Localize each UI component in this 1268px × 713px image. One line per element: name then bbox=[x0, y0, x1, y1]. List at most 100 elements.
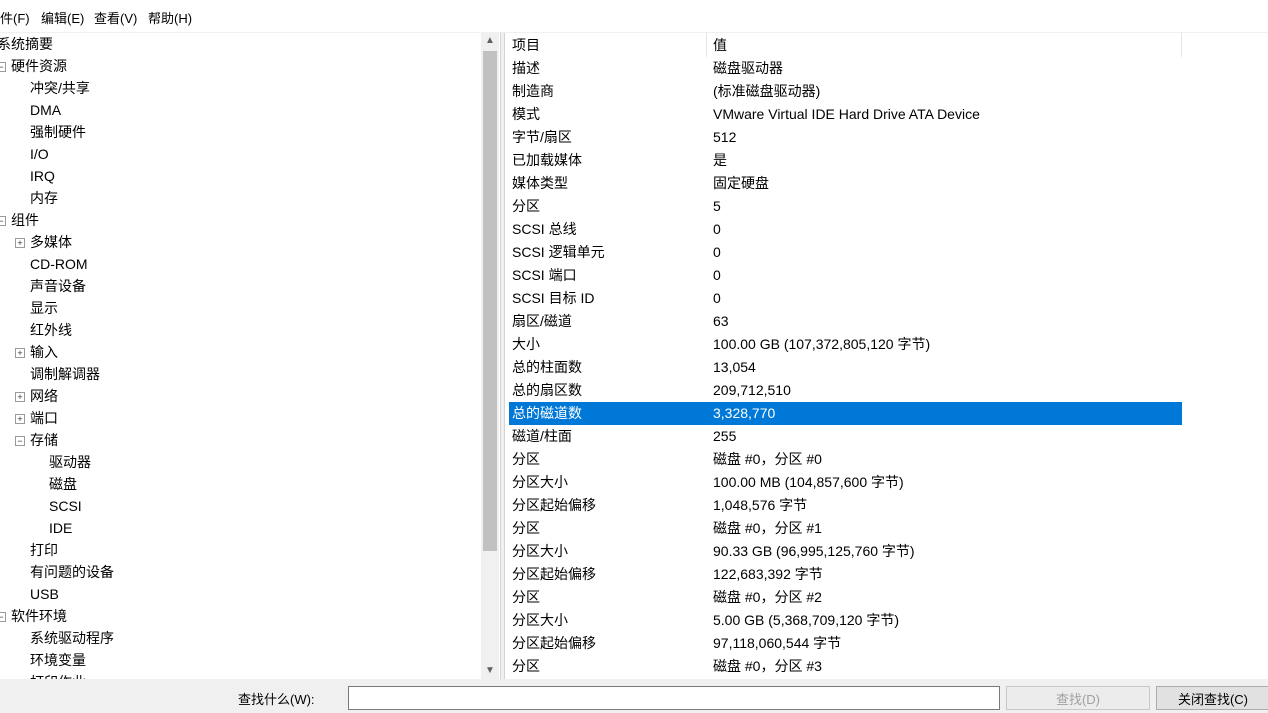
column-header-item[interactable]: 项目 bbox=[512, 33, 540, 57]
menu-help[interactable]: 帮助(H) bbox=[148, 8, 192, 27]
tree-scrollbar[interactable]: ▲ ▼ bbox=[481, 33, 499, 679]
tree-item[interactable]: 硬件资源 bbox=[11, 55, 67, 77]
table-row[interactable]: 已加载媒体 是 bbox=[509, 149, 1182, 172]
table-row[interactable]: SCSI 端口 0 bbox=[509, 264, 1182, 287]
tree-item[interactable]: USB bbox=[30, 583, 59, 605]
expand-icon[interactable]: + bbox=[15, 414, 25, 424]
find-label: 查找什么(W): bbox=[238, 692, 315, 707]
value-cell: 90.33 GB (96,995,125,760 字节) bbox=[713, 543, 915, 559]
find-input[interactable] bbox=[348, 686, 1000, 710]
table-row[interactable]: 分区起始偏移 122,683,392 字节 bbox=[509, 563, 1182, 586]
table-row[interactable]: SCSI 总线 0 bbox=[509, 218, 1182, 241]
expand-icon[interactable]: + bbox=[15, 348, 25, 358]
tree-item[interactable]: 冲突/共享 bbox=[30, 77, 90, 99]
tree-item[interactable]: 组件 bbox=[11, 209, 39, 231]
tree-item[interactable]: 内存 bbox=[30, 187, 58, 209]
expand-icon[interactable]: + bbox=[15, 238, 25, 248]
tree-item[interactable]: 显示 bbox=[30, 297, 58, 319]
scroll-thumb[interactable] bbox=[483, 51, 497, 551]
details-table: 项目 值 描述 磁盘驱动器制造商 (标准磁盘驱动器) 模式 VMware Virtual… bbox=[504, 33, 1268, 679]
item-cell: 分区 bbox=[512, 451, 540, 467]
find-bar: 查找什么(W): 查找(D) 关闭查找(C) bbox=[0, 680, 1268, 710]
item-cell: 分区 bbox=[512, 658, 540, 674]
collapse-icon[interactable]: − bbox=[0, 612, 6, 622]
tree-item[interactable]: 系统摘要 bbox=[0, 33, 53, 55]
value-cell: 100.00 GB (107,372,805,120 字节) bbox=[713, 336, 931, 352]
table-row[interactable]: 分区大小 5.00 GB (5,368,709,120 字节) bbox=[509, 609, 1182, 632]
item-cell: 描述 bbox=[512, 60, 540, 76]
table-row[interactable]: 总的扇区数 209,712,510 bbox=[509, 379, 1182, 402]
table-row[interactable]: 分区大小 100.00 MB (104,857,600 字节) bbox=[509, 471, 1182, 494]
tree-item[interactable]: 打印作业 bbox=[30, 671, 86, 679]
table-row[interactable]: 描述 磁盘驱动器 bbox=[509, 57, 1182, 80]
tree-item[interactable]: 调制解调器 bbox=[30, 363, 100, 385]
tree-item[interactable]: DMA bbox=[30, 99, 61, 121]
tree-item[interactable]: 存储 bbox=[30, 429, 58, 451]
table-row[interactable]: 大小 100.00 GB (107,372,805,120 字节) bbox=[509, 333, 1182, 356]
table-row[interactable]: 总的柱面数 13,054 bbox=[509, 356, 1182, 379]
table-row[interactable]: 分区 磁盘 #0，分区 #1 bbox=[509, 517, 1182, 540]
table-row[interactable]: 模式 VMware Virtual IDE Hard Drive ATA Devi… bbox=[509, 103, 1182, 126]
item-cell: 模式 bbox=[512, 106, 540, 122]
table-row[interactable]: 总的磁道数 3,328,770 bbox=[509, 402, 1182, 425]
table-row[interactable]: 分区起始偏移 97,118,060,544 字节 bbox=[509, 632, 1182, 655]
tree-item[interactable]: 软件环境 bbox=[11, 605, 67, 627]
table-row[interactable]: 分区起始偏移 1,048,576 字节 bbox=[509, 494, 1182, 517]
menu-edit[interactable]: 编辑(E) bbox=[41, 8, 84, 27]
column-header-value[interactable]: 值 bbox=[713, 33, 727, 57]
table-row[interactable]: 字节/扇区 512 bbox=[509, 126, 1182, 149]
item-cell: 分区大小 bbox=[512, 474, 568, 490]
menu-view[interactable]: 查看(V) bbox=[94, 8, 137, 27]
table-row[interactable]: 分区大小 90.33 GB (96,995,125,760 字节) bbox=[509, 540, 1182, 563]
find-button[interactable]: 查找(D) bbox=[1006, 686, 1150, 710]
table-row[interactable]: 分区 磁盘 #0，分区 #3 bbox=[509, 655, 1182, 678]
tree-item[interactable]: 输入 bbox=[30, 341, 58, 363]
tree-item[interactable]: 网络 bbox=[30, 385, 58, 407]
tree-item[interactable]: IRQ bbox=[30, 165, 55, 187]
tree-item[interactable]: 系统驱动程序 bbox=[30, 627, 114, 649]
column-divider[interactable] bbox=[706, 33, 707, 57]
table-row[interactable]: 扇区/磁道 63 bbox=[509, 310, 1182, 333]
collapse-icon[interactable]: − bbox=[15, 436, 25, 446]
table-row[interactable]: 媒体类型 固定硬盘 bbox=[509, 172, 1182, 195]
value-cell: 255 bbox=[713, 428, 737, 444]
scroll-up-icon[interactable]: ▲ bbox=[481, 33, 499, 49]
tree-item[interactable]: CD-ROM bbox=[30, 253, 88, 275]
table-row[interactable]: 磁道/柱面 255 bbox=[509, 425, 1182, 448]
tree-item[interactable]: 打印 bbox=[30, 539, 58, 561]
table-row[interactable]: SCSI 逻辑单元 0 bbox=[509, 241, 1182, 264]
value-cell: 0 bbox=[713, 244, 721, 260]
item-cell: 分区大小 bbox=[512, 612, 568, 628]
table-row[interactable]: 分区 5 bbox=[509, 195, 1182, 218]
item-cell: 磁道/柱面 bbox=[512, 428, 572, 444]
expand-icon[interactable]: + bbox=[15, 392, 25, 402]
column-divider[interactable] bbox=[1181, 33, 1182, 57]
tree-item[interactable]: IDE bbox=[49, 517, 72, 539]
table-row[interactable]: SCSI 目标 ID 0 bbox=[509, 287, 1182, 310]
value-cell: 5.00 GB (5,368,709,120 字节) bbox=[713, 612, 899, 628]
table-row[interactable]: 制造商 (标准磁盘驱动器) bbox=[509, 80, 1182, 103]
tree-item[interactable]: 驱动器 bbox=[49, 451, 91, 473]
menu-file[interactable]: 件(F) bbox=[0, 8, 30, 27]
value-cell: 63 bbox=[713, 313, 729, 329]
tree-item[interactable]: I/O bbox=[30, 143, 49, 165]
value-cell: 97,118,060,544 字节 bbox=[713, 635, 842, 651]
collapse-icon[interactable]: − bbox=[0, 62, 6, 72]
tree-item[interactable]: 强制硬件 bbox=[30, 121, 86, 143]
scroll-down-icon[interactable]: ▼ bbox=[481, 663, 499, 679]
tree-item[interactable]: 端口 bbox=[30, 407, 58, 429]
value-cell: 0 bbox=[713, 221, 721, 237]
value-cell: 1,048,576 字节 bbox=[713, 497, 808, 513]
tree-item[interactable]: 磁盘 bbox=[49, 473, 77, 495]
collapse-icon[interactable]: − bbox=[0, 216, 6, 226]
value-cell: 磁盘驱动器 bbox=[713, 60, 783, 76]
close-find-button[interactable]: 关闭查找(C) bbox=[1156, 686, 1268, 710]
table-row[interactable]: 分区 磁盘 #0，分区 #2 bbox=[509, 586, 1182, 609]
tree-item[interactable]: 有问题的设备 bbox=[30, 561, 114, 583]
tree-item[interactable]: 声音设备 bbox=[30, 275, 86, 297]
tree-item[interactable]: 环境变量 bbox=[30, 649, 86, 671]
tree-item[interactable]: 多媒体 bbox=[30, 231, 72, 253]
table-row[interactable]: 分区 磁盘 #0，分区 #0 bbox=[509, 448, 1182, 471]
tree-item[interactable]: 红外线 bbox=[30, 319, 72, 341]
tree-item[interactable]: SCSI bbox=[49, 495, 82, 517]
